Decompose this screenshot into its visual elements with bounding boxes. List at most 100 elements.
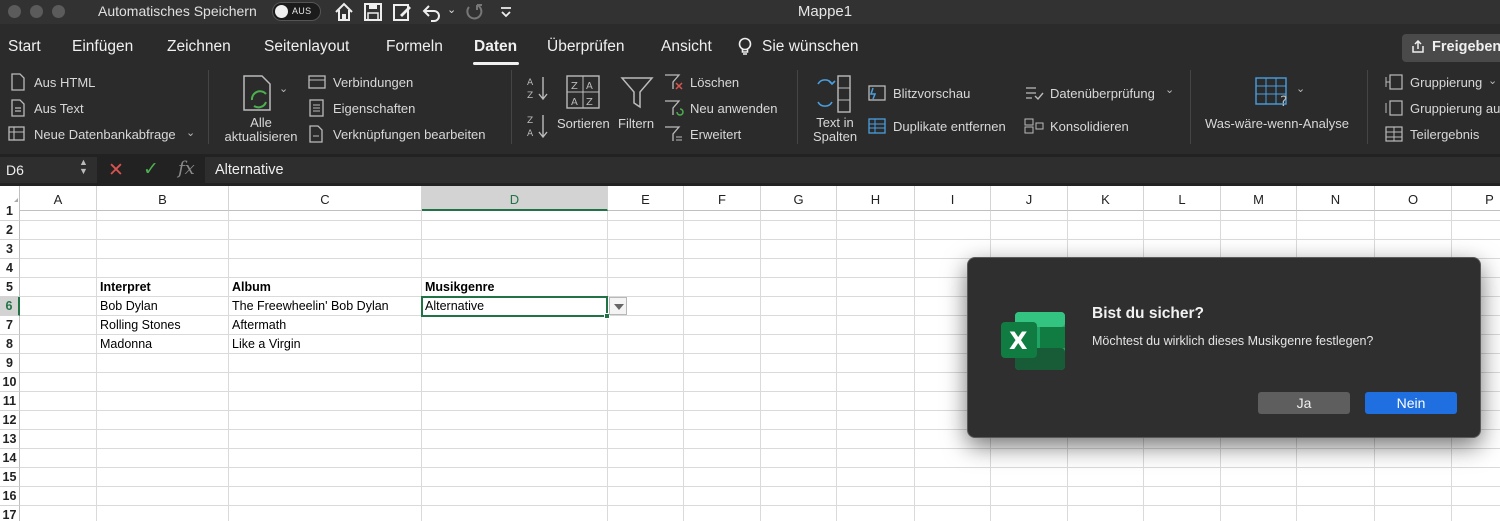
cell-c8[interactable]: Like a Virgin <box>229 335 422 354</box>
column-header-d[interactable]: D <box>422 186 608 211</box>
ribbon-tabs: Start Einfügen Zeichnen Seitenlayout For… <box>0 24 1500 66</box>
refresh-label-line1: Alle <box>250 115 272 130</box>
column-header-n[interactable]: N <box>1297 186 1375 211</box>
column-header-p[interactable]: P <box>1452 186 1500 211</box>
tab-einfuegen[interactable]: Einfügen <box>72 38 133 56</box>
reapply-button[interactable]: Neu anwenden <box>690 101 777 116</box>
cell-c6[interactable]: The Freewheelin' Bob Dylan <box>229 297 422 316</box>
row-header-11[interactable]: 11 <box>0 392 20 411</box>
connections-button[interactable]: Verbindungen <box>333 75 413 90</box>
subtotal-button[interactable]: Teilergebnis <box>1410 127 1479 142</box>
remove-duplicates-button[interactable]: Duplikate entfernen <box>893 119 1006 134</box>
row-header-16[interactable]: 16 <box>0 487 20 506</box>
row-header-12[interactable]: 12 <box>0 411 20 430</box>
cancel-entry-icon[interactable]: ✕ <box>108 159 124 182</box>
text-to-columns-line2: Spalten <box>812 129 858 144</box>
row-header-15[interactable]: 15 <box>0 468 20 487</box>
cell-b8[interactable]: Madonna <box>97 335 229 354</box>
data-validation-button[interactable]: Datenüberprüfung <box>1050 86 1155 101</box>
tab-ueberpruefen[interactable]: Überprüfen <box>547 38 625 56</box>
refresh-all-button[interactable]: Alle aktualisieren <box>220 116 302 144</box>
properties-button[interactable]: Eigenschaften <box>333 101 415 116</box>
refresh-label-line2: aktualisieren <box>224 129 298 144</box>
sort-az-icon[interactable]: AZ <box>526 74 550 102</box>
row-header-13[interactable]: 13 <box>0 430 20 449</box>
share-button[interactable]: Freigeben <box>1402 34 1500 62</box>
column-header-b[interactable]: B <box>97 186 229 211</box>
column-header-m[interactable]: M <box>1221 186 1297 211</box>
cell-d5[interactable]: Musikgenre <box>422 278 608 297</box>
column-header-f[interactable]: F <box>684 186 761 211</box>
cell-b5[interactable]: Interpret <box>97 278 229 297</box>
data-validation-dropdown-icon[interactable]: ⌄ <box>1165 83 1174 96</box>
name-box-stepper-icon[interactable]: ▲ ▼ <box>79 158 88 176</box>
sort-button[interactable]: Sortieren <box>557 116 610 131</box>
insert-function-icon[interactable]: fx <box>178 158 195 179</box>
edit-links-button[interactable]: Verknüpfungen bearbeiten <box>333 127 486 142</box>
clear-button[interactable]: Löschen <box>690 75 739 90</box>
row-header-8[interactable]: 8 <box>0 335 20 354</box>
what-if-dropdown-icon[interactable]: ⌄ <box>1296 82 1305 95</box>
advanced-button[interactable]: Erweitert <box>690 127 741 142</box>
refresh-dropdown-icon[interactable]: ⌄ <box>279 82 288 95</box>
cell-d6[interactable]: Alternative <box>422 297 608 316</box>
row-header-5[interactable]: 5 <box>0 278 20 297</box>
tab-ansicht[interactable]: Ansicht <box>661 38 712 56</box>
confirm-entry-icon[interactable]: ✓ <box>143 158 159 181</box>
from-text-button[interactable]: Aus Text <box>34 101 84 116</box>
group-dropdown-icon[interactable]: ⌄ <box>1488 74 1497 87</box>
tell-me-search[interactable]: Sie wünschen <box>762 38 859 56</box>
row-header-1[interactable]: 1 <box>0 202 20 221</box>
sort-za-icon[interactable]: ZA <box>526 112 550 140</box>
flash-fill-button[interactable]: Blitzvorschau <box>893 86 970 101</box>
column-header-e[interactable]: E <box>608 186 684 211</box>
refresh-all-icon <box>243 75 271 111</box>
row-header-2[interactable]: 2 <box>0 221 20 240</box>
row-header-7[interactable]: 7 <box>0 316 20 335</box>
group-icon <box>1385 74 1403 90</box>
tab-zeichnen[interactable]: Zeichnen <box>167 38 231 56</box>
row-header-3[interactable]: 3 <box>0 240 20 259</box>
svg-text:A: A <box>527 129 534 139</box>
cell-c5[interactable]: Album <box>229 278 422 297</box>
title-bar: Automatisches Speichern AUS ⌄ Mappe1 <box>0 0 1500 24</box>
svg-text:Z: Z <box>527 91 533 101</box>
svg-text:?: ? <box>1280 94 1287 108</box>
row-header-14[interactable]: 14 <box>0 449 20 468</box>
column-header-k[interactable]: K <box>1068 186 1144 211</box>
no-button[interactable]: Nein <box>1365 392 1457 414</box>
tab-start[interactable]: Start <box>8 38 41 56</box>
tab-seitenlayout[interactable]: Seitenlayout <box>264 38 349 56</box>
what-if-analysis-button[interactable]: Was-wäre-wenn-Analyse <box>1205 116 1349 131</box>
column-header-a[interactable]: A <box>20 186 97 211</box>
column-header-i[interactable]: I <box>915 186 991 211</box>
formula-input[interactable]: Alternative <box>205 157 1500 183</box>
row-header-4[interactable]: 4 <box>0 259 20 278</box>
column-header-l[interactable]: L <box>1144 186 1221 211</box>
tab-daten[interactable]: Daten <box>474 38 517 56</box>
column-header-g[interactable]: G <box>761 186 837 211</box>
column-header-j[interactable]: J <box>991 186 1068 211</box>
cell-dropdown-button[interactable] <box>609 297 627 315</box>
text-to-columns-button[interactable]: Text in Spalten <box>806 116 864 144</box>
row-header-6[interactable]: 6 <box>0 297 20 316</box>
consolidate-button[interactable]: Konsolidieren <box>1050 119 1129 134</box>
column-header-c[interactable]: C <box>229 186 422 211</box>
new-database-query-button[interactable]: Neue Datenbankabfrage <box>34 127 176 142</box>
database-query-dropdown-icon[interactable]: ⌄ <box>186 126 195 139</box>
row-header-10[interactable]: 10 <box>0 373 20 392</box>
cell-c7[interactable]: Aftermath <box>229 316 422 335</box>
cell-b7[interactable]: Rolling Stones <box>97 316 229 335</box>
row-header-17[interactable]: 17 <box>0 506 20 521</box>
cell-b6[interactable]: Bob Dylan <box>97 297 229 316</box>
ungroup-button[interactable]: Gruppierung au <box>1410 101 1500 116</box>
yes-button[interactable]: Ja <box>1258 392 1350 414</box>
column-header-o[interactable]: O <box>1375 186 1452 211</box>
filter-button[interactable]: Filtern <box>618 116 654 131</box>
consolidate-icon <box>1024 118 1044 134</box>
from-html-button[interactable]: Aus HTML <box>34 75 95 90</box>
tab-formeln[interactable]: Formeln <box>386 38 443 56</box>
group-button[interactable]: Gruppierung <box>1410 75 1482 90</box>
column-header-h[interactable]: H <box>837 186 915 211</box>
row-header-9[interactable]: 9 <box>0 354 20 373</box>
